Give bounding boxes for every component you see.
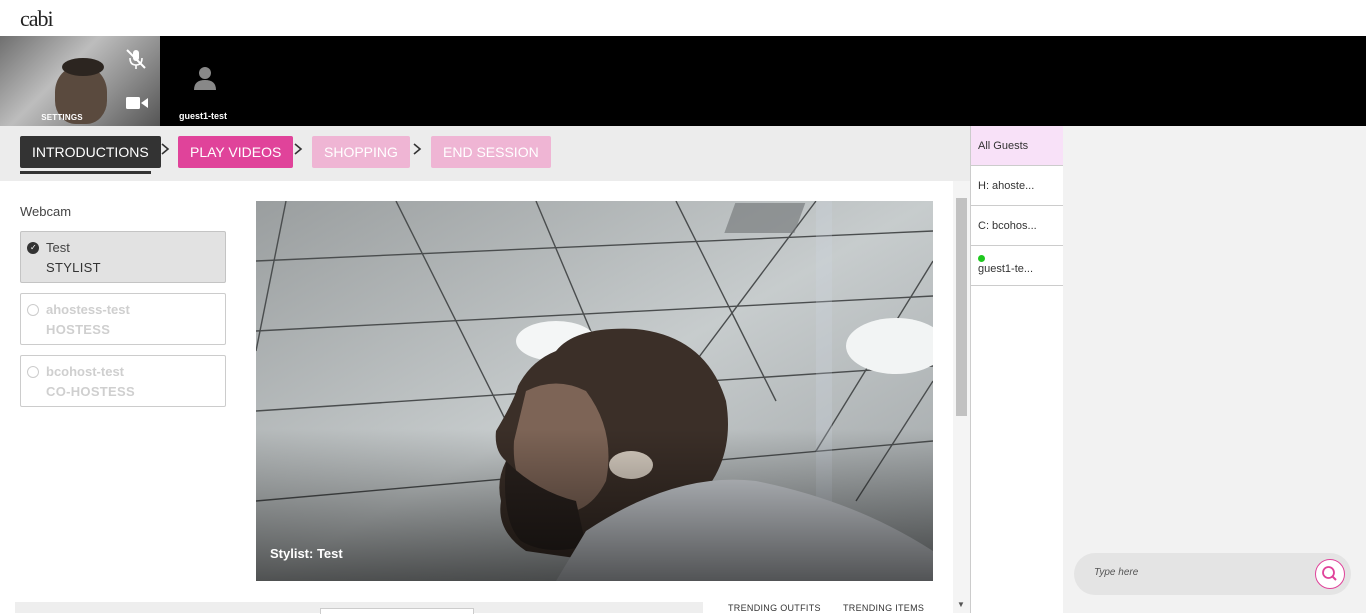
guest-item-label: guest1-te... [978,263,1034,275]
webcam-person-cohostess[interactable]: bcohost-test CO-HOSTESS [20,355,226,407]
radio-unchecked-icon[interactable] [27,366,39,378]
webcam-video[interactable]: Stylist: Test [256,201,933,581]
current-step-underline [20,171,151,174]
top-bar: cabi [0,0,1366,36]
step-introductions[interactable]: INTRODUCTIONS [20,136,161,168]
guest-name-label: guest1-test [179,111,228,121]
chevron-right-icon [413,143,422,155]
guest-item-guest1[interactable]: guest1-te... [971,246,1063,286]
scroll-down-arrow-icon[interactable]: ▼ [957,600,965,609]
search-button[interactable] [1315,559,1345,589]
camera-icon[interactable] [126,96,148,110]
bottom-content-box [320,608,474,614]
chat-input[interactable]: Type here [1074,553,1351,595]
chat-placeholder: Type here [1094,567,1139,578]
person-role: STYLIST [46,260,101,275]
tab-trending-items[interactable]: TRENDING ITEMS [843,603,924,613]
user-avatar-icon [194,67,216,90]
main-panel: INTRODUCTIONS PLAY VIDEOS SHOPPING END S… [0,126,970,614]
video-strip: SETTINGS guest1-test [0,36,1366,126]
cabi-logo[interactable]: cabi [20,6,54,32]
session-steps: INTRODUCTIONS PLAY VIDEOS SHOPPING END S… [0,126,970,181]
person-name: bcohost-test [46,364,124,379]
search-icon [1322,566,1337,581]
webcam-section-title: Webcam [20,204,72,219]
person-name: ahostess-test [46,302,130,317]
chevron-right-icon [161,143,170,155]
guest-item-all[interactable]: All Guests [971,126,1063,166]
video-caption: Stylist: Test [270,546,343,561]
guest-item-hostess[interactable]: H: ahoste... [971,166,1063,206]
mic-muted-icon[interactable] [124,48,148,70]
step-shopping[interactable]: SHOPPING [312,136,410,168]
self-video-tile[interactable]: SETTINGS [0,36,160,126]
settings-label[interactable]: SETTINGS [0,113,124,122]
guest-list: All Guests H: ahoste... C: bcohos... gue… [970,126,1063,613]
radio-checked-icon[interactable]: ✓ [27,242,39,254]
person-role: HOSTESS [46,322,111,337]
radio-unchecked-icon[interactable] [27,304,39,316]
tab-trending-outfits[interactable]: TRENDING OUTFITS [728,603,821,613]
webcam-person-stylist[interactable]: ✓ Test STYLIST [20,231,226,283]
guest-video-tile[interactable]: guest1-test [160,36,250,126]
guest-item-cohostess[interactable]: C: bcohos... [971,206,1063,246]
webcam-frame [256,201,933,581]
webcam-person-hostess[interactable]: ahostess-test HOSTESS [20,293,226,345]
chat-panel: Type here [1063,126,1366,613]
person-role: CO-HOSTESS [46,384,135,399]
step-end-session[interactable]: END SESSION [431,136,551,168]
chevron-right-icon [294,143,303,155]
main-scrollbar[interactable]: ▼ [953,181,970,613]
step-play-videos[interactable]: PLAY VIDEOS [178,136,294,168]
self-video-hair [62,58,104,76]
scrollbar-thumb[interactable] [956,198,967,416]
person-name: Test [46,240,70,255]
bottom-content-panel [15,602,703,614]
online-status-dot [978,255,985,262]
